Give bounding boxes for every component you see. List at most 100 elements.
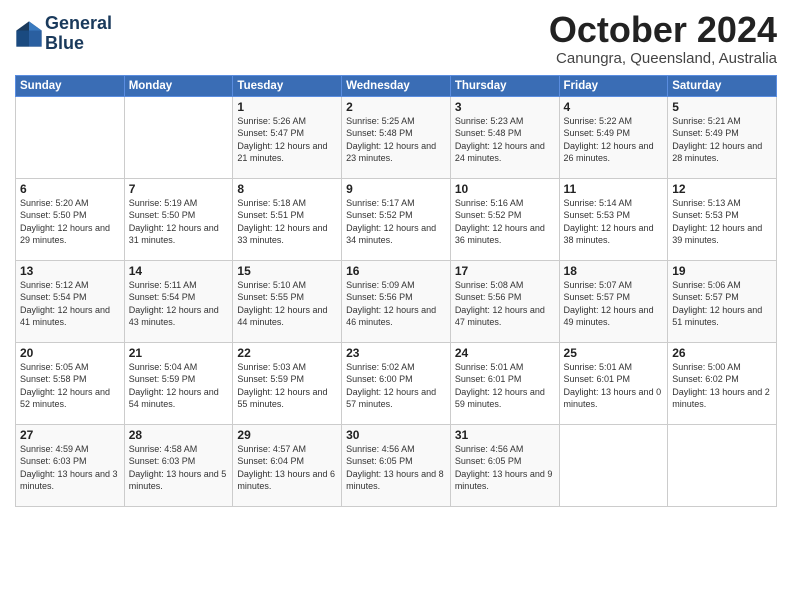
weekday-header: Wednesday: [342, 75, 451, 96]
calendar-cell: 21Sunrise: 5:04 AMSunset: 5:59 PMDayligh…: [124, 342, 233, 424]
calendar-cell: 8Sunrise: 5:18 AMSunset: 5:51 PMDaylight…: [233, 178, 342, 260]
day-detail: Sunrise: 5:14 AMSunset: 5:53 PMDaylight:…: [564, 197, 664, 247]
logo-line2: Blue: [45, 34, 112, 54]
weekday-header: Monday: [124, 75, 233, 96]
day-detail: Sunrise: 5:05 AMSunset: 5:58 PMDaylight:…: [20, 361, 120, 411]
day-detail: Sunrise: 5:04 AMSunset: 5:59 PMDaylight:…: [129, 361, 229, 411]
calendar-cell: 27Sunrise: 4:59 AMSunset: 6:03 PMDayligh…: [16, 424, 125, 506]
day-detail: Sunrise: 5:12 AMSunset: 5:54 PMDaylight:…: [20, 279, 120, 329]
day-detail: Sunrise: 5:09 AMSunset: 5:56 PMDaylight:…: [346, 279, 446, 329]
day-detail: Sunrise: 5:26 AMSunset: 5:47 PMDaylight:…: [237, 115, 337, 165]
calendar-table: SundayMondayTuesdayWednesdayThursdayFrid…: [15, 75, 777, 507]
weekday-header: Tuesday: [233, 75, 342, 96]
day-number: 4: [564, 100, 664, 114]
day-number: 15: [237, 264, 337, 278]
calendar-cell: 26Sunrise: 5:00 AMSunset: 6:02 PMDayligh…: [668, 342, 777, 424]
day-detail: Sunrise: 4:59 AMSunset: 6:03 PMDaylight:…: [20, 443, 120, 493]
calendar-cell: 13Sunrise: 5:12 AMSunset: 5:54 PMDayligh…: [16, 260, 125, 342]
day-number: 21: [129, 346, 229, 360]
calendar-cell: [559, 424, 668, 506]
calendar-cell: 5Sunrise: 5:21 AMSunset: 5:49 PMDaylight…: [668, 96, 777, 178]
calendar-cell: [124, 96, 233, 178]
weekday-header: Saturday: [668, 75, 777, 96]
day-detail: Sunrise: 5:08 AMSunset: 5:56 PMDaylight:…: [455, 279, 555, 329]
calendar-cell: 15Sunrise: 5:10 AMSunset: 5:55 PMDayligh…: [233, 260, 342, 342]
calendar-week-row: 20Sunrise: 5:05 AMSunset: 5:58 PMDayligh…: [16, 342, 777, 424]
calendar-cell: 20Sunrise: 5:05 AMSunset: 5:58 PMDayligh…: [16, 342, 125, 424]
day-number: 12: [672, 182, 772, 196]
day-detail: Sunrise: 5:01 AMSunset: 6:01 PMDaylight:…: [564, 361, 664, 411]
day-number: 17: [455, 264, 555, 278]
day-detail: Sunrise: 5:06 AMSunset: 5:57 PMDaylight:…: [672, 279, 772, 329]
day-number: 2: [346, 100, 446, 114]
calendar-cell: 31Sunrise: 4:56 AMSunset: 6:05 PMDayligh…: [450, 424, 559, 506]
day-number: 28: [129, 428, 229, 442]
weekday-header: Thursday: [450, 75, 559, 96]
page-container: General Blue October 2024 Canungra, Quee…: [0, 0, 792, 517]
logo-icon: [15, 20, 43, 48]
calendar-cell: 29Sunrise: 4:57 AMSunset: 6:04 PMDayligh…: [233, 424, 342, 506]
calendar-cell: 6Sunrise: 5:20 AMSunset: 5:50 PMDaylight…: [16, 178, 125, 260]
calendar-cell: 23Sunrise: 5:02 AMSunset: 6:00 PMDayligh…: [342, 342, 451, 424]
calendar-cell: [16, 96, 125, 178]
day-detail: Sunrise: 5:03 AMSunset: 5:59 PMDaylight:…: [237, 361, 337, 411]
title-block: October 2024 Canungra, Queensland, Austr…: [549, 10, 777, 67]
header: General Blue October 2024 Canungra, Quee…: [15, 10, 777, 67]
day-detail: Sunrise: 5:16 AMSunset: 5:52 PMDaylight:…: [455, 197, 555, 247]
day-detail: Sunrise: 4:57 AMSunset: 6:04 PMDaylight:…: [237, 443, 337, 493]
calendar-cell: 1Sunrise: 5:26 AMSunset: 5:47 PMDaylight…: [233, 96, 342, 178]
day-number: 13: [20, 264, 120, 278]
day-detail: Sunrise: 5:25 AMSunset: 5:48 PMDaylight:…: [346, 115, 446, 165]
calendar-cell: 28Sunrise: 4:58 AMSunset: 6:03 PMDayligh…: [124, 424, 233, 506]
day-detail: Sunrise: 5:07 AMSunset: 5:57 PMDaylight:…: [564, 279, 664, 329]
day-detail: Sunrise: 5:11 AMSunset: 5:54 PMDaylight:…: [129, 279, 229, 329]
day-number: 29: [237, 428, 337, 442]
day-detail: Sunrise: 5:17 AMSunset: 5:52 PMDaylight:…: [346, 197, 446, 247]
day-number: 5: [672, 100, 772, 114]
location-subtitle: Canungra, Queensland, Australia: [549, 50, 777, 67]
weekday-header: Sunday: [16, 75, 125, 96]
month-title: October 2024: [549, 10, 777, 50]
calendar-cell: 10Sunrise: 5:16 AMSunset: 5:52 PMDayligh…: [450, 178, 559, 260]
calendar-cell: 4Sunrise: 5:22 AMSunset: 5:49 PMDaylight…: [559, 96, 668, 178]
day-number: 30: [346, 428, 446, 442]
calendar-week-row: 1Sunrise: 5:26 AMSunset: 5:47 PMDaylight…: [16, 96, 777, 178]
day-number: 10: [455, 182, 555, 196]
header-row: SundayMondayTuesdayWednesdayThursdayFrid…: [16, 75, 777, 96]
day-detail: Sunrise: 4:56 AMSunset: 6:05 PMDaylight:…: [346, 443, 446, 493]
logo: General Blue: [15, 14, 112, 54]
day-number: 16: [346, 264, 446, 278]
calendar-cell: 14Sunrise: 5:11 AMSunset: 5:54 PMDayligh…: [124, 260, 233, 342]
day-detail: Sunrise: 5:20 AMSunset: 5:50 PMDaylight:…: [20, 197, 120, 247]
day-number: 7: [129, 182, 229, 196]
calendar-cell: 9Sunrise: 5:17 AMSunset: 5:52 PMDaylight…: [342, 178, 451, 260]
day-number: 18: [564, 264, 664, 278]
day-number: 27: [20, 428, 120, 442]
day-number: 8: [237, 182, 337, 196]
day-number: 14: [129, 264, 229, 278]
day-number: 24: [455, 346, 555, 360]
calendar-cell: 17Sunrise: 5:08 AMSunset: 5:56 PMDayligh…: [450, 260, 559, 342]
day-number: 31: [455, 428, 555, 442]
calendar-cell: 2Sunrise: 5:25 AMSunset: 5:48 PMDaylight…: [342, 96, 451, 178]
calendar-cell: 3Sunrise: 5:23 AMSunset: 5:48 PMDaylight…: [450, 96, 559, 178]
day-detail: Sunrise: 5:22 AMSunset: 5:49 PMDaylight:…: [564, 115, 664, 165]
calendar-cell: 22Sunrise: 5:03 AMSunset: 5:59 PMDayligh…: [233, 342, 342, 424]
calendar-cell: 24Sunrise: 5:01 AMSunset: 6:01 PMDayligh…: [450, 342, 559, 424]
day-number: 6: [20, 182, 120, 196]
day-number: 1: [237, 100, 337, 114]
day-detail: Sunrise: 5:21 AMSunset: 5:49 PMDaylight:…: [672, 115, 772, 165]
day-detail: Sunrise: 4:56 AMSunset: 6:05 PMDaylight:…: [455, 443, 555, 493]
calendar-week-row: 6Sunrise: 5:20 AMSunset: 5:50 PMDaylight…: [16, 178, 777, 260]
day-detail: Sunrise: 5:10 AMSunset: 5:55 PMDaylight:…: [237, 279, 337, 329]
calendar-cell: 16Sunrise: 5:09 AMSunset: 5:56 PMDayligh…: [342, 260, 451, 342]
day-detail: Sunrise: 4:58 AMSunset: 6:03 PMDaylight:…: [129, 443, 229, 493]
calendar-cell: [668, 424, 777, 506]
day-number: 25: [564, 346, 664, 360]
calendar-cell: 30Sunrise: 4:56 AMSunset: 6:05 PMDayligh…: [342, 424, 451, 506]
calendar-week-row: 13Sunrise: 5:12 AMSunset: 5:54 PMDayligh…: [16, 260, 777, 342]
day-number: 26: [672, 346, 772, 360]
day-number: 11: [564, 182, 664, 196]
day-detail: Sunrise: 5:01 AMSunset: 6:01 PMDaylight:…: [455, 361, 555, 411]
day-detail: Sunrise: 5:13 AMSunset: 5:53 PMDaylight:…: [672, 197, 772, 247]
